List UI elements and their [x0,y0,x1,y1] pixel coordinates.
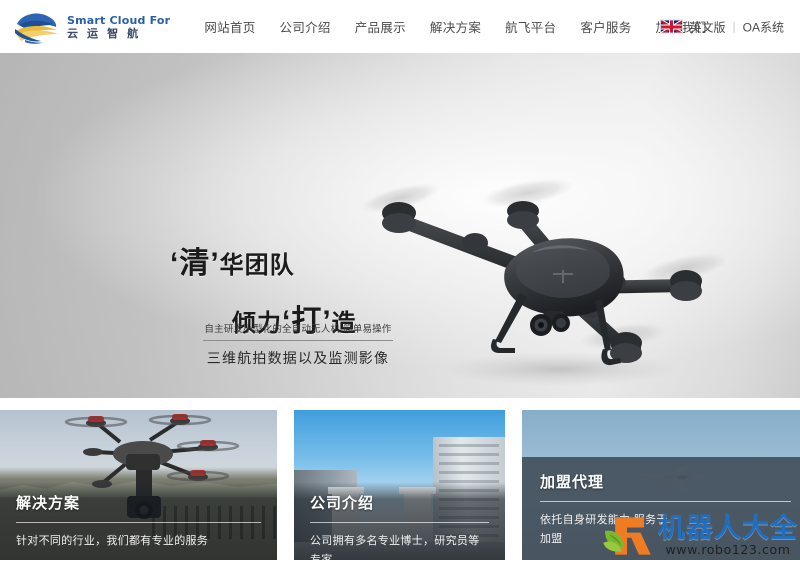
card-divider [310,522,489,523]
nav-item-service[interactable]: 客户服务 [568,17,643,36]
hero-subtitle-divider [203,340,393,341]
card-divider [540,501,791,502]
hero-banner: ‘清’华团队 倾力‘打’造 自主研发小型化的全自动无人机 简单易操作 三维航拍数… [0,53,800,398]
main-navigation: 网站首页 公司介绍 产品展示 解决方案 航飞平台 客户服务 加入我们 [192,17,718,36]
hero-subtitle-small: 自主研发小型化的全自动无人机 简单易操作 [203,321,393,340]
nav-item-platform[interactable]: 航飞平台 [493,17,568,36]
header-utility-links: 英文版 | OA系统 [660,18,784,35]
uk-flag-icon[interactable] [660,20,683,34]
card-text-overlay: 公司介绍 公司拥有多名专业博士，研究员等专家 [294,482,505,560]
hero-subtitle-large: 三维航拍数据以及监测影像 [203,348,393,368]
nav-item-products[interactable]: 产品展示 [343,17,418,36]
site-logo[interactable]: Smart Cloud For 云 运 智 航 [14,9,170,45]
card-description-line2: 加盟 [540,530,791,549]
hero-subtitle-block: 自主研发小型化的全自动无人机 简单易操作 三维航拍数据以及监测影像 [203,321,393,368]
card-text-overlay: 解决方案 针对不同的行业，我们都有专业的服务 [0,482,277,560]
card-title: 解决方案 [16,492,261,513]
card-text-overlay: 加盟代理 依托自身研发能力,服务于 加盟 [522,457,800,560]
nav-item-solutions[interactable]: 解决方案 [418,17,493,36]
feature-card-about[interactable]: 公司介绍 公司拥有多名专业博士，研究员等专家 [294,410,505,560]
card-divider [16,522,261,523]
feature-card-agency[interactable]: 加盟代理 依托自身研发能力,服务于 加盟 [522,410,800,560]
card-title: 公司介绍 [310,492,489,513]
hero-headline-line1-post: 华团队 [220,252,295,279]
feature-card-solutions[interactable]: 解决方案 针对不同的行业，我们都有专业的服务 [0,410,277,560]
feature-card-row: 解决方案 针对不同的行业，我们都有专业的服务 公司介绍 公司拥有多名专业博士，研… [0,410,800,560]
card-description: 公司拥有多名专业博士，研究员等专家 [310,532,489,560]
logo-english-text: Smart Cloud For [67,15,170,26]
hero-headline-line1-pre: ‘清’ [170,247,220,280]
card-title: 加盟代理 [540,471,791,492]
oa-system-link[interactable]: OA系统 [743,18,784,35]
nav-item-about[interactable]: 公司介绍 [268,17,343,36]
site-header: Smart Cloud For 云 运 智 航 网站首页 公司介绍 产品展示 解… [0,0,800,53]
utility-separator: | [733,20,736,34]
cloud-swoosh-logo-icon [14,9,60,45]
card-description: 针对不同的行业，我们都有专业的服务 [16,532,261,551]
hero-headline-line1: ‘清’华团队 [170,238,430,282]
logo-chinese-text: 云 运 智 航 [67,29,170,40]
language-switch-link[interactable]: 英文版 [690,18,726,35]
card-description-line1: 依托自身研发能力,服务于 [540,511,791,530]
nav-item-home[interactable]: 网站首页 [192,17,267,36]
